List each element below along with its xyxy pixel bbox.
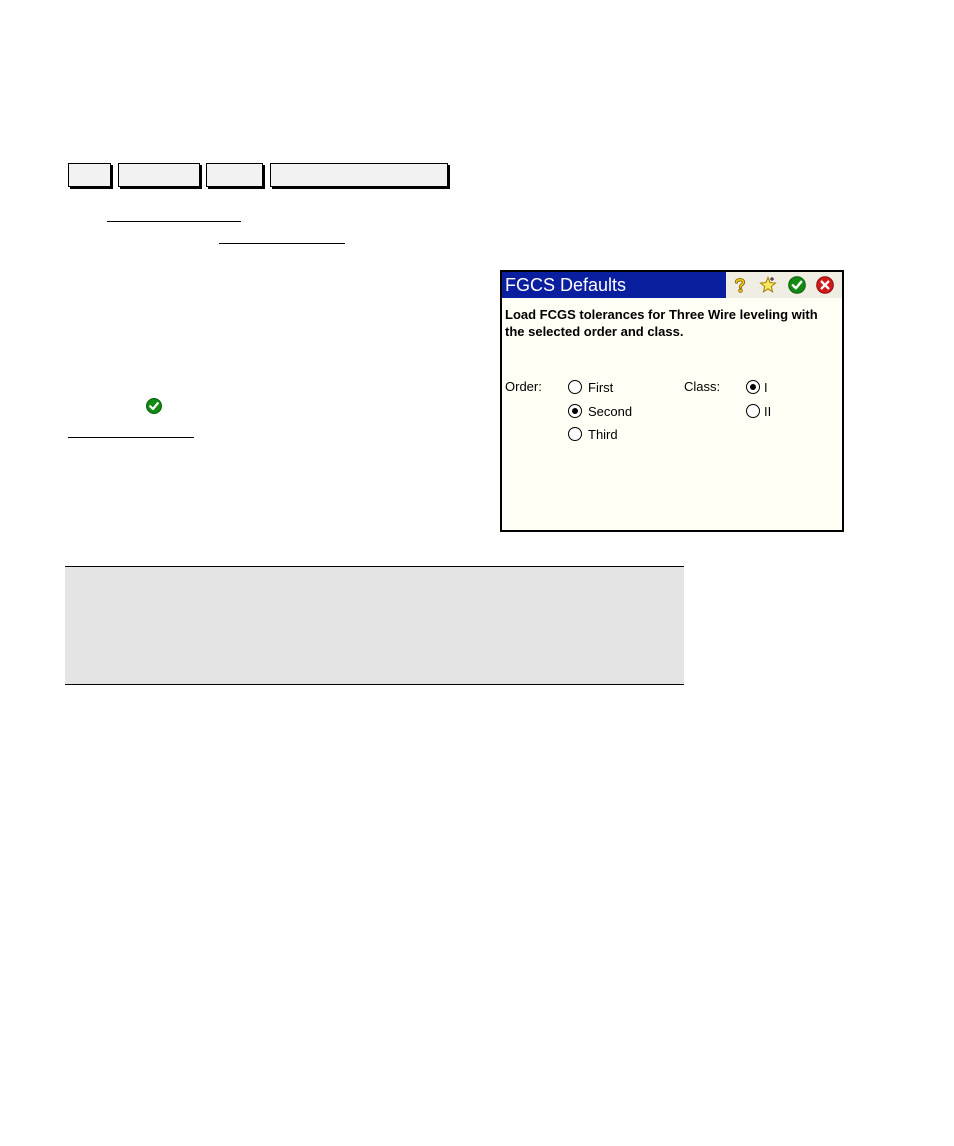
radio-button[interactable] xyxy=(746,404,760,418)
dialog-description: Load FCGS tolerances for Three Wire leve… xyxy=(505,307,818,339)
order-label: Order: xyxy=(505,379,542,394)
order-radio-second[interactable]: Second xyxy=(568,402,632,420)
breadcrumb-key-4 xyxy=(270,163,448,187)
link-underline-1 xyxy=(107,221,241,222)
radio-button-selected[interactable] xyxy=(568,404,582,418)
class-label: Class: xyxy=(684,379,721,394)
radio-button[interactable] xyxy=(568,427,582,441)
help-icon[interactable] xyxy=(731,276,749,294)
link-underline-2 xyxy=(219,243,345,244)
breadcrumb-key-1 xyxy=(68,163,111,187)
radio-label: I xyxy=(764,379,768,395)
dialog-titlebar: FGCS Defaults xyxy=(502,272,842,298)
fgcs-defaults-dialog: FGCS Defaults Load FCGS tolerances for T… xyxy=(500,270,844,532)
dialog-title: FGCS Defaults xyxy=(505,275,627,295)
radio-label: Second xyxy=(588,403,633,419)
favorites-star-icon[interactable] xyxy=(759,276,777,294)
ok-check-icon xyxy=(146,398,162,414)
radio-button-selected[interactable] xyxy=(746,380,760,394)
class-radio-i[interactable]: I xyxy=(746,378,768,396)
order-radio-third[interactable]: Third xyxy=(568,425,618,443)
radio-label: Third xyxy=(588,426,618,442)
breadcrumb-key-3 xyxy=(206,163,263,187)
ok-check-icon[interactable] xyxy=(788,276,806,294)
link-underline-3 xyxy=(68,437,194,438)
breadcrumb-key-2 xyxy=(118,163,200,187)
radio-label: II xyxy=(764,403,772,419)
titlebar-toolbar xyxy=(726,272,842,298)
radio-button[interactable] xyxy=(568,380,582,394)
class-radio-ii[interactable]: II xyxy=(746,402,771,420)
order-radio-first[interactable]: First xyxy=(568,378,613,396)
cancel-close-icon[interactable] xyxy=(816,276,834,294)
note-box xyxy=(65,566,684,685)
radio-label: First xyxy=(588,379,614,395)
